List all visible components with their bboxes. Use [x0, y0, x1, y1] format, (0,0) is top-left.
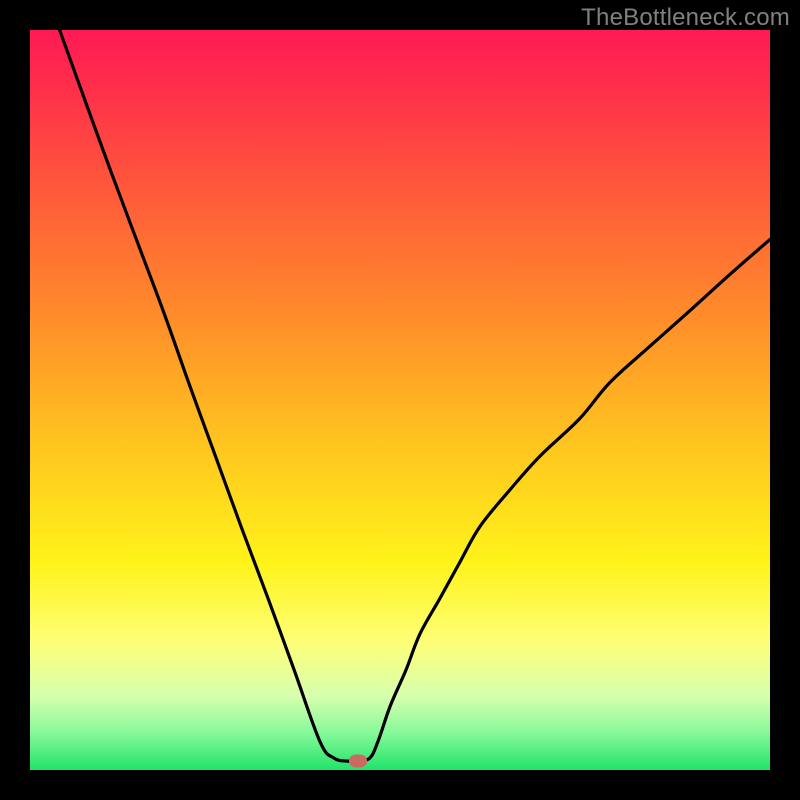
- bottleneck-curve: [30, 30, 770, 770]
- curve-right-branch: [358, 239, 770, 761]
- bottleneck-marker: [349, 755, 367, 768]
- chart-frame: TheBottleneck.com: [0, 0, 800, 800]
- plot-area: [30, 30, 770, 770]
- watermark-text: TheBottleneck.com: [581, 4, 790, 32]
- curve-left-branch: [60, 30, 358, 761]
